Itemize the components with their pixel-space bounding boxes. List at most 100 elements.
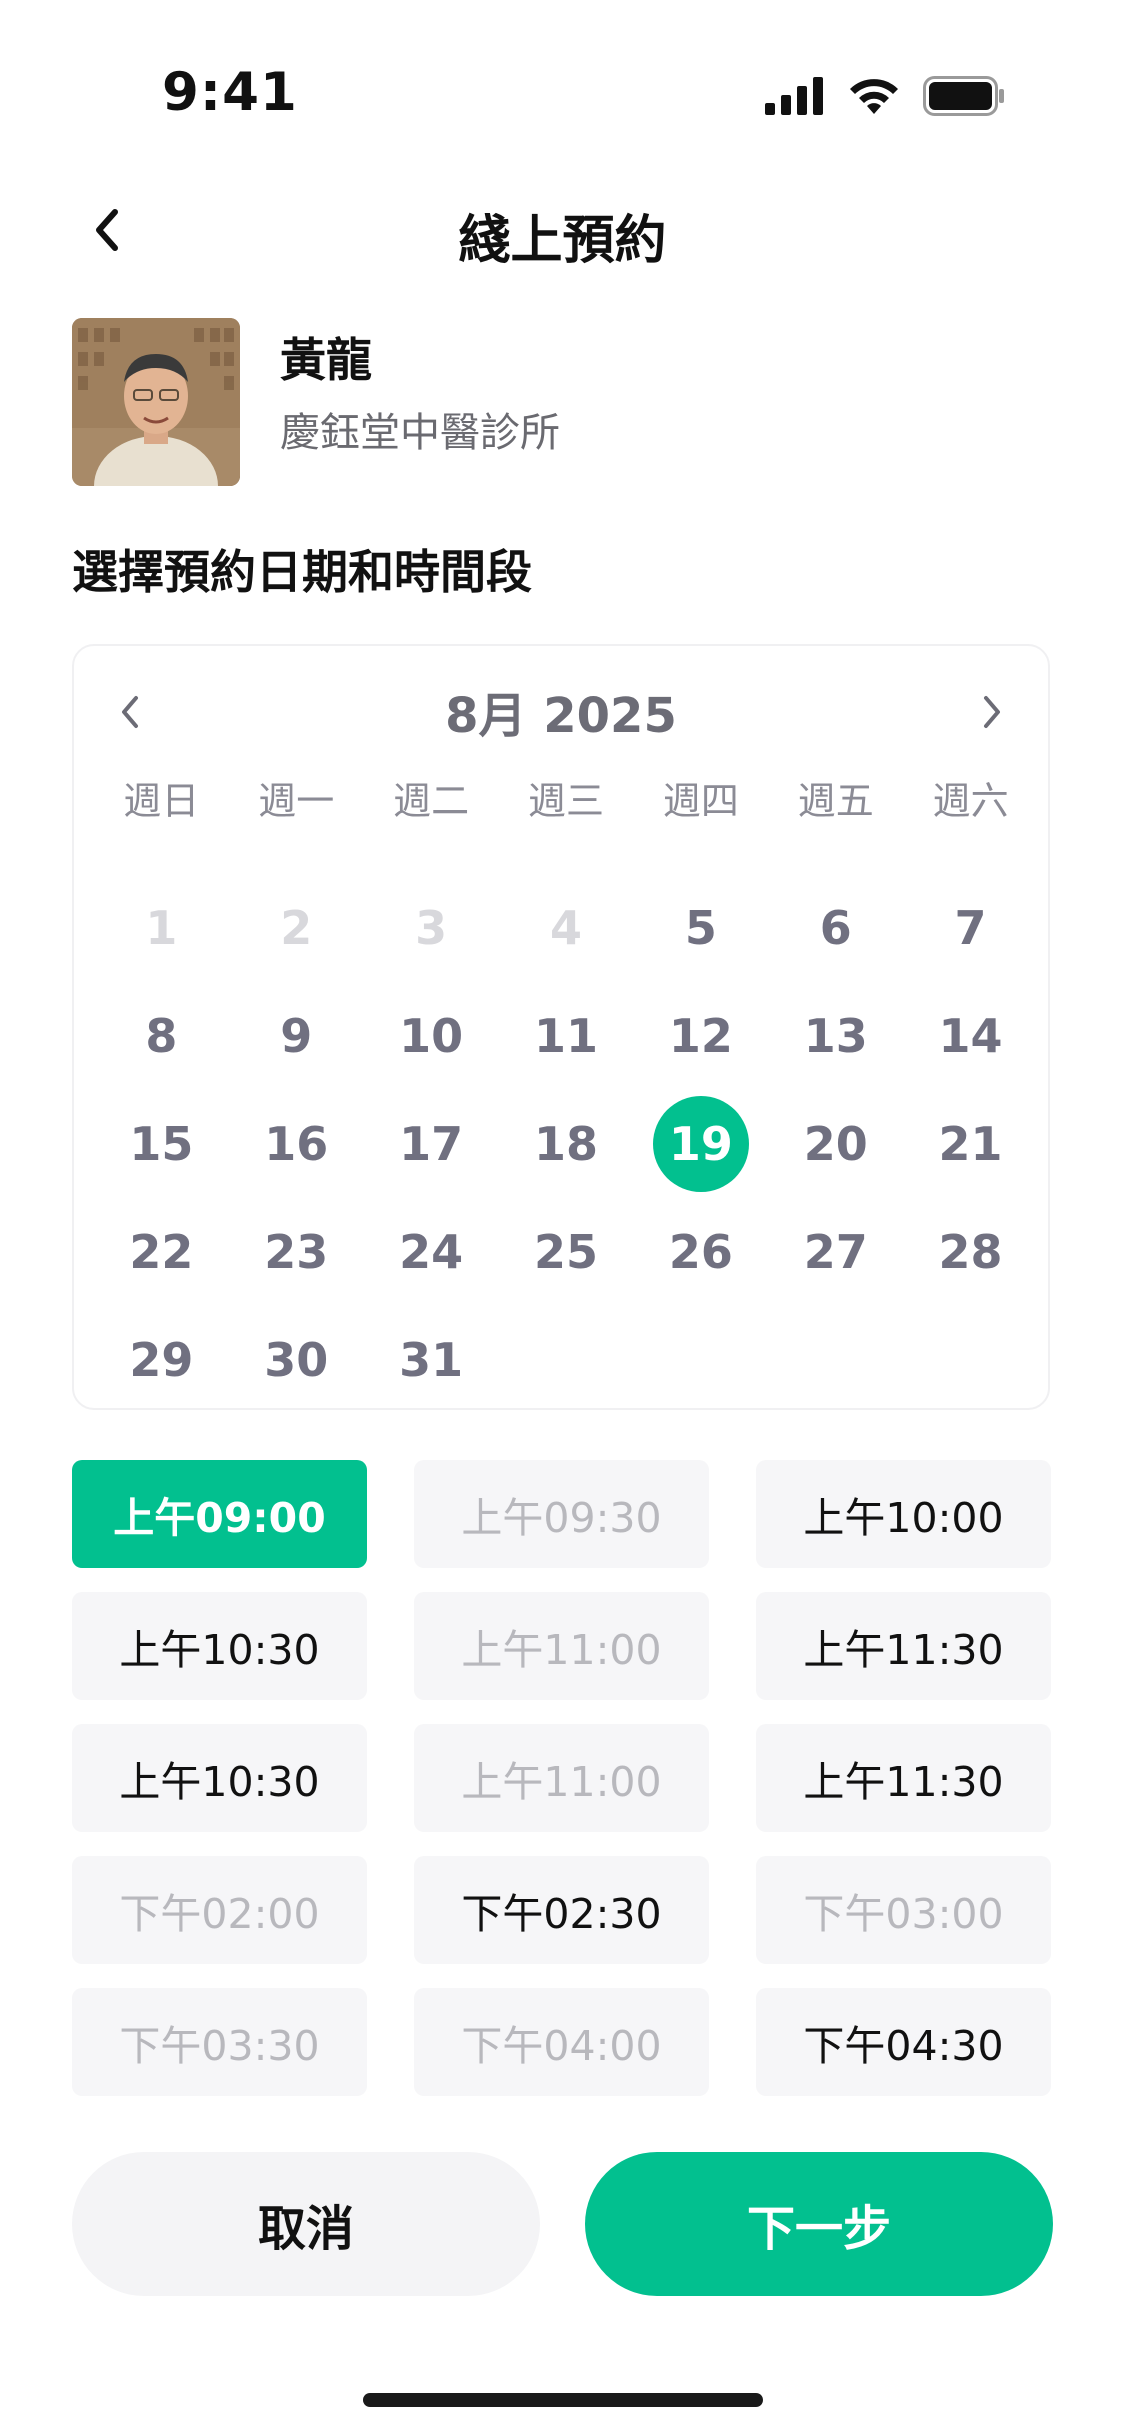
time-slot[interactable]: 下午04:30: [756, 1988, 1051, 2096]
battery-icon: [923, 76, 1004, 116]
calendar-day-number[interactable]: 24: [383, 1204, 479, 1300]
calendar-day-number[interactable]: 14: [923, 988, 1019, 1084]
calendar-day-number: 2: [280, 901, 313, 955]
calendar-day-number[interactable]: 15: [113, 1096, 209, 1192]
calendar-day-number[interactable]: 16: [248, 1096, 344, 1192]
wifi-icon: [850, 79, 898, 114]
status-bar: 9:41: [0, 0, 1125, 200]
time-slot[interactable]: 下午02:30: [414, 1856, 709, 1964]
time-slot[interactable]: 上午10:30: [72, 1592, 367, 1700]
calendar-day[interactable]: 23: [229, 1198, 364, 1306]
calendar-day-number[interactable]: 11: [518, 988, 614, 1084]
calendar-day: 4: [499, 874, 634, 982]
calendar-day-number[interactable]: 18: [518, 1096, 614, 1192]
calendar-day[interactable]: 5: [633, 874, 768, 982]
calendar-day-number[interactable]: 13: [788, 988, 884, 1084]
calendar-day[interactable]: 8: [94, 982, 229, 1090]
calendar-day-number[interactable]: 21: [923, 1096, 1019, 1192]
calendar-day-number[interactable]: 12: [653, 988, 749, 1084]
calendar-day[interactable]: 18: [499, 1090, 634, 1198]
header: 綫上預約: [0, 180, 1125, 280]
doctor-avatar: [72, 318, 240, 486]
section-title: 選擇預約日期和時間段: [72, 545, 532, 599]
calendar-day[interactable]: 7: [903, 874, 1038, 982]
calendar-day[interactable]: 26: [633, 1198, 768, 1306]
next-month-button[interactable]: [962, 682, 1022, 742]
calendar-day[interactable]: 30: [229, 1306, 364, 1414]
weekday-label: 週二: [393, 779, 470, 823]
calendar-day[interactable]: 31: [364, 1306, 499, 1414]
clinic-name: 慶鈺堂中醫診所: [280, 410, 560, 456]
calendar-day[interactable]: 14: [903, 982, 1038, 1090]
calendar-day-number[interactable]: 26: [653, 1204, 749, 1300]
calendar-day[interactable]: 22: [94, 1198, 229, 1306]
calendar-day[interactable]: 21: [903, 1090, 1038, 1198]
calendar-day[interactable]: 12: [633, 982, 768, 1090]
time-slot: 下午02:00: [72, 1856, 367, 1964]
calendar-day-number[interactable]: 31: [383, 1312, 479, 1408]
next-step-button[interactable]: 下一步: [585, 2152, 1053, 2296]
weekday-label: 週六: [932, 779, 1009, 823]
calendar-day-number: 3: [415, 901, 448, 955]
calendar-day[interactable]: 24: [364, 1198, 499, 1306]
calendar-days-grid: 1 2 3 4 5 6 7 8 9 10 11 12 13 14 15 16 17 18 19 20 21 22 23 24 2…: [94, 874, 1038, 1414]
time-slot[interactable]: 上午11:30: [756, 1724, 1051, 1832]
calendar-day-number: 4: [549, 901, 582, 955]
calendar-day-number[interactable]: 25: [518, 1204, 614, 1300]
calendar-day-number[interactable]: 29: [113, 1312, 209, 1408]
page-title: 綫上預約: [458, 211, 667, 271]
weekday-header: 週日 週一 週二 週三 週四 週五 週六: [94, 770, 1038, 825]
calendar-day[interactable]: 6: [768, 874, 903, 982]
time-slot-grid: 上午09:00 上午09:30 上午10:00 上午10:30 上午11:00 上午11:…: [72, 1460, 1052, 2096]
weekday-label: 週一: [258, 779, 335, 823]
home-indicator: [363, 2393, 763, 2407]
time-slot[interactable]: 上午10:30: [72, 1724, 367, 1832]
time-slot: 下午03:30: [72, 1988, 367, 2096]
calendar-day: 1: [94, 874, 229, 982]
status-time: 9:41: [162, 62, 298, 123]
calendar-day-number[interactable]: 22: [113, 1204, 209, 1300]
calendar-day-number[interactable]: 10: [383, 988, 479, 1084]
weekday-label: 週五: [797, 779, 874, 823]
time-slot: 上午11:00: [414, 1724, 709, 1832]
calendar-day[interactable]: 16: [229, 1090, 364, 1198]
calendar-day-number[interactable]: 19: [652, 1096, 749, 1192]
calendar-day[interactable]: 11: [499, 982, 634, 1090]
time-slot[interactable]: 上午10:00: [756, 1460, 1051, 1568]
calendar-day-number[interactable]: 17: [383, 1096, 479, 1192]
doctor-name: 黃龍: [280, 333, 372, 387]
chevron-right-icon: [984, 696, 1000, 728]
calendar-day[interactable]: 20: [768, 1090, 903, 1198]
status-icons: [765, 76, 1005, 116]
calendar-day-number[interactable]: 30: [248, 1312, 344, 1408]
doctor-card: 黃龍 慶鈺堂中醫診所: [72, 318, 1052, 488]
calendar: 8月 2025 週日 週一 週二 週三 週四 週五 週六 1 2 3 4 5 6 7 8 9 10 11 12 13…: [72, 644, 1050, 1410]
calendar-day-number[interactable]: 7: [923, 880, 1019, 976]
calendar-day-number[interactable]: 28: [923, 1204, 1019, 1300]
calendar-day-number[interactable]: 20: [788, 1096, 884, 1192]
calendar-day-number[interactable]: 23: [248, 1204, 344, 1300]
calendar-day[interactable]: 9: [229, 982, 364, 1090]
weekday-label: 週四: [662, 779, 739, 823]
calendar-day[interactable]: 29: [94, 1306, 229, 1414]
calendar-day[interactable]: 27: [768, 1198, 903, 1306]
calendar-day: 2: [229, 874, 364, 982]
calendar-day-number[interactable]: 27: [788, 1204, 884, 1300]
calendar-day[interactable]: 10: [364, 982, 499, 1090]
calendar-day-number[interactable]: 8: [113, 988, 209, 1084]
calendar-day-selected[interactable]: 19: [633, 1090, 768, 1198]
calendar-day[interactable]: 25: [499, 1198, 634, 1306]
calendar-day-number[interactable]: 5: [653, 880, 749, 976]
calendar-day-number[interactable]: 6: [788, 880, 884, 976]
cancel-button[interactable]: 取消: [72, 2152, 540, 2296]
calendar-day[interactable]: 15: [94, 1090, 229, 1198]
time-slot[interactable]: 上午11:30: [756, 1592, 1051, 1700]
calendar-day[interactable]: 28: [903, 1198, 1038, 1306]
doctor-photo: [72, 318, 240, 486]
calendar-day-number[interactable]: 9: [248, 988, 344, 1084]
calendar-day[interactable]: 13: [768, 982, 903, 1090]
calendar-day[interactable]: 17: [364, 1090, 499, 1198]
time-slot-selected[interactable]: 上午09:00: [72, 1460, 367, 1568]
calendar-day: 3: [364, 874, 499, 982]
calendar-month-title: 8月 2025: [445, 688, 677, 744]
